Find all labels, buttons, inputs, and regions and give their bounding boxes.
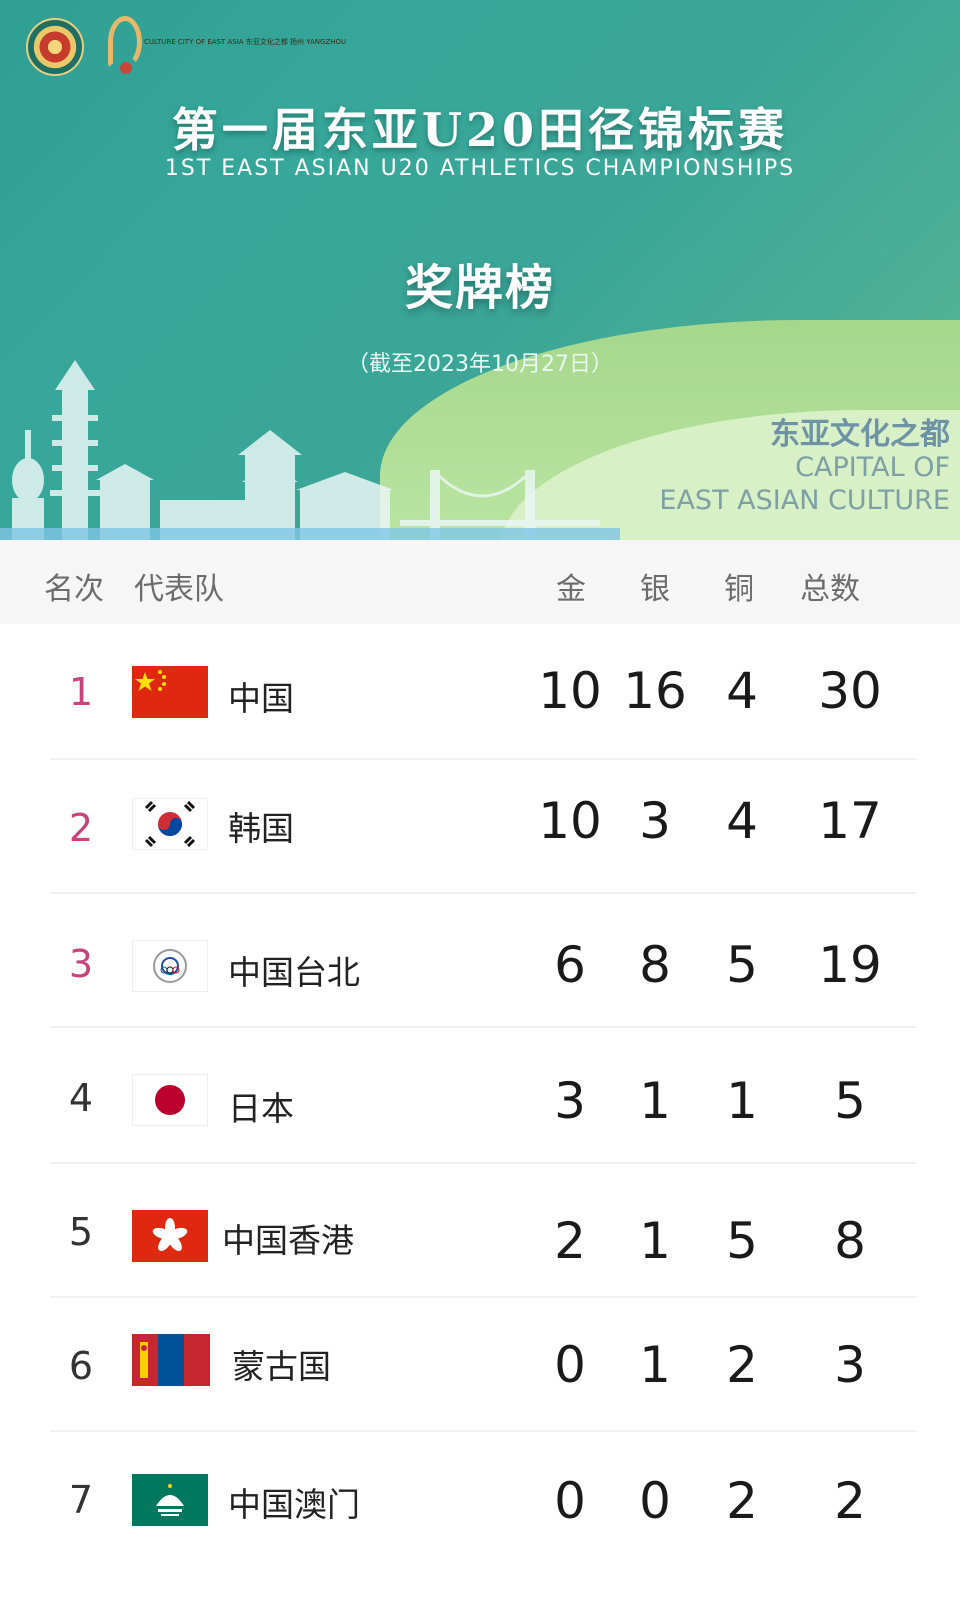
bronze-count: 1	[726, 1072, 758, 1130]
total-count: 5	[834, 1072, 866, 1130]
team-name: 蒙古国	[232, 1347, 331, 1386]
silver-count: 16	[623, 662, 687, 720]
gold-count: 0	[554, 1336, 586, 1394]
medal-table-header: 名次 代表队 金 银 铜 总数	[0, 540, 960, 624]
capital-caption-en-line1: CAPITAL OF	[795, 452, 950, 483]
total-count: 17	[818, 792, 882, 850]
silver-count: 1	[639, 1072, 671, 1130]
total-count: 3	[834, 1336, 866, 1394]
rank-number: 1	[68, 670, 94, 714]
silver-count: 8	[639, 936, 671, 994]
table-row: 4 日本 3 1 1 5	[0, 1030, 960, 1164]
culture-city-logo-icon: CULTURE CITY OF EAST ASIA 东亚文化之都 扬州 YANG…	[108, 16, 346, 76]
mongolia-flag-icon	[132, 1334, 210, 1386]
gold-count: 6	[554, 936, 586, 994]
rank-number: 5	[68, 1210, 94, 1254]
culture-city-logo-text: CULTURE CITY OF EAST ASIA 东亚文化之都 扬州 YANG…	[144, 38, 347, 46]
header-rank: 名次	[44, 572, 104, 607]
athletics-association-logo-icon	[26, 18, 84, 76]
total-count: 30	[818, 662, 882, 720]
japan-flag-icon	[132, 1074, 208, 1126]
capital-caption-en-line2: EAST ASIAN CULTURE	[659, 485, 950, 516]
total-count: 19	[818, 936, 882, 994]
gold-count: 3	[554, 1072, 586, 1130]
rank-number: 4	[68, 1076, 94, 1120]
gold-count: 10	[538, 792, 602, 850]
header-total: 总数	[800, 572, 860, 607]
header-team: 代表队	[134, 572, 224, 607]
total-count: 2	[834, 1472, 866, 1530]
header-bronze: 铜	[724, 572, 754, 607]
city-skyline-icon	[0, 360, 620, 540]
team-name: 中国澳门	[228, 1485, 360, 1524]
macao-flag-icon	[132, 1474, 208, 1526]
total-count: 8	[834, 1212, 866, 1270]
bronze-count: 5	[726, 936, 758, 994]
header-banner: CULTURE CITY OF EAST ASIA 东亚文化之都 扬州 YANG…	[0, 0, 960, 540]
team-name: 中国台北	[228, 953, 360, 992]
rank-number: 3	[68, 942, 94, 986]
table-row: 5 中国香港 2 1 5 8	[0, 1164, 960, 1298]
bronze-count: 2	[726, 1472, 758, 1530]
team-name: 韩国	[228, 809, 294, 848]
table-row: 6 蒙古国 0 1 2 3	[0, 1298, 960, 1432]
silver-count: 1	[639, 1336, 671, 1394]
capital-of-culture-caption: 东亚文化之都 CAPITAL OF EAST ASIAN CULTURE	[659, 418, 950, 517]
gold-count: 10	[538, 662, 602, 720]
bronze-count: 5	[726, 1212, 758, 1270]
table-row: 3 中国台北 6 8 5 19	[0, 894, 960, 1028]
rank-number: 2	[68, 806, 94, 850]
gold-count: 0	[554, 1472, 586, 1530]
team-name: 中国香港	[222, 1221, 354, 1260]
bronze-count: 2	[726, 1336, 758, 1394]
bronze-count: 4	[726, 792, 758, 850]
team-name: 日本	[228, 1089, 294, 1128]
hong-kong-flag-icon	[132, 1210, 208, 1262]
capital-caption-cn: 东亚文化之都	[770, 417, 950, 452]
gold-count: 2	[554, 1212, 586, 1270]
korea-flag-icon	[132, 798, 208, 850]
row-divider	[50, 1026, 916, 1028]
rank-number: 6	[68, 1344, 94, 1388]
bronze-count: 4	[726, 662, 758, 720]
silver-count: 3	[639, 792, 671, 850]
table-row: 2 韩国 10 3 4 17	[0, 760, 960, 894]
rank-number: 7	[68, 1478, 94, 1522]
header-silver: 银	[640, 572, 670, 607]
event-title-en: 1ST EAST ASIAN U20 ATHLETICS CHAMPIONSHI…	[164, 156, 796, 181]
silver-count: 1	[639, 1212, 671, 1270]
table-row: 7 中国澳门 0 0 2 2	[0, 1432, 960, 1566]
china-flag-icon	[132, 666, 208, 718]
table-row: 1 中国 10 16 4 30	[0, 626, 960, 760]
team-name: 中国	[228, 679, 294, 718]
header-gold: 金	[556, 572, 586, 607]
medal-table-title: 奖牌榜	[404, 260, 555, 316]
silver-count: 0	[639, 1472, 671, 1530]
event-title-cn: 第一届东亚U20田径锦标赛	[171, 103, 789, 157]
chinese-taipei-flag-icon	[132, 940, 208, 992]
